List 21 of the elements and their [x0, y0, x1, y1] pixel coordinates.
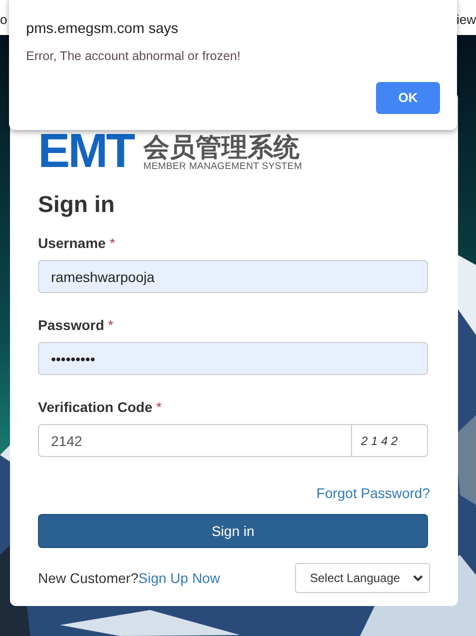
page-text: iew: [456, 11, 476, 29]
dialog-message: Error, The account abnormal or frozen!: [26, 48, 242, 64]
password-field[interactable]: •••••••••: [38, 342, 428, 375]
logo-subtitle: MEMBER MANAGEMENT SYSTEM: [143, 161, 302, 172]
form-heading: Sign in: [38, 190, 116, 218]
dialog-title: pms.emegsm.com says: [26, 20, 180, 38]
sign-in-button[interactable]: Sign in: [38, 514, 428, 548]
logo-title: 会员管理系统: [143, 133, 300, 161]
username-field[interactable]: rameshwarpooja: [38, 260, 428, 293]
field-label: Username *: [38, 234, 116, 252]
chevron-down-icon: [413, 574, 423, 582]
language-select[interactable]: Select Language: [295, 563, 430, 593]
signup-prompt: New Customer?: [38, 568, 138, 588]
logo-letters: EMT: [38, 132, 134, 172]
page-text: o: [0, 11, 8, 29]
field-label: Verification Code *: [38, 398, 163, 416]
forgot-password-link[interactable]: Forgot Password?: [316, 484, 430, 502]
field-label: Password *: [38, 316, 114, 334]
verification-code-field[interactable]: 2142: [38, 424, 352, 457]
sign-up-link[interactable]: Sign Up Now: [138, 568, 220, 588]
ok-button[interactable]: OK: [376, 82, 440, 114]
